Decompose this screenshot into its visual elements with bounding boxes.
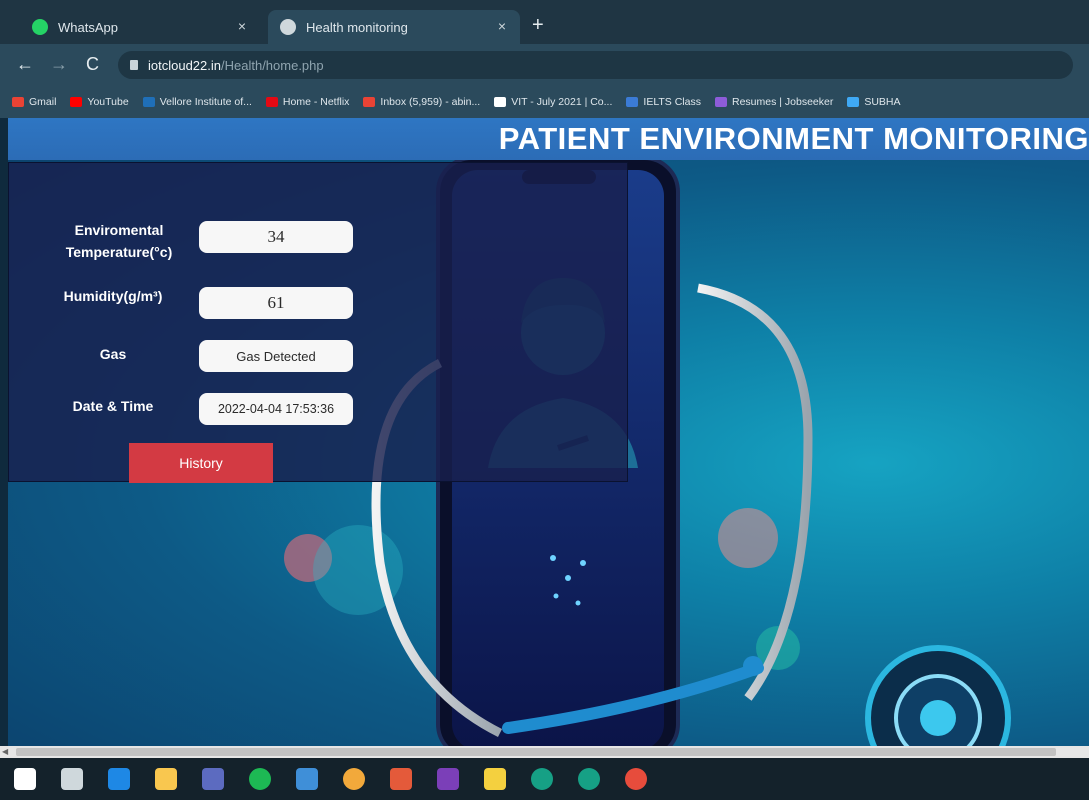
temperature-label: Enviromental Temperature(°c) xyxy=(65,222,173,260)
globe-icon xyxy=(280,19,296,35)
chrome-canary-icon[interactable] xyxy=(625,768,647,790)
close-tab-icon[interactable]: × xyxy=(498,18,506,34)
gas-label: Gas xyxy=(99,346,127,362)
bookmark-item[interactable]: Home - Netflix xyxy=(265,96,350,108)
bookmark-label: VIT - July 2021 | Co... xyxy=(511,96,613,108)
bookmark-label: Home - Netflix xyxy=(282,96,350,108)
bookmark-label: Gmail xyxy=(29,96,57,108)
windows-start-icon[interactable] xyxy=(14,768,36,790)
bookmark-label: Vellore Institute of... xyxy=(159,96,252,108)
bookmark-favicon-icon xyxy=(12,97,24,107)
page-header: PATIENT ENVIRONMENT MONITORING xyxy=(8,118,1089,160)
bookmark-favicon-icon xyxy=(70,97,83,107)
browser-toolbar: ← → C iotcloud22.in /Health/home.php xyxy=(0,44,1089,86)
horizontal-scrollbar[interactable]: ◀ xyxy=(0,746,1089,758)
back-button[interactable]: ← xyxy=(16,54,34,75)
chrome-icon[interactable] xyxy=(343,768,365,790)
web-page: PATIENT ENVIRONMENT MONITORING Enviromen… xyxy=(8,118,1089,746)
bookmark-item[interactable]: Resumes | Jobseeker xyxy=(714,96,834,108)
reload-button[interactable]: C xyxy=(86,54,99,75)
task-view-icon[interactable] xyxy=(61,768,83,790)
lock-icon xyxy=(130,60,138,70)
readings-panel: Enviromental Temperature(°c) 34 Humidity… xyxy=(8,162,628,483)
arduino-icon[interactable] xyxy=(531,768,553,790)
page-title: PATIENT ENVIRONMENT MONITORING xyxy=(498,121,1089,156)
scrollbar-thumb[interactable] xyxy=(16,748,1056,756)
bookmark-item[interactable]: IELTS Class xyxy=(626,96,701,108)
arduino-icon[interactable] xyxy=(578,768,600,790)
tab-title: WhatsApp xyxy=(58,19,118,35)
bookmark-favicon-icon xyxy=(714,97,727,107)
tab-title: Health monitoring xyxy=(306,19,408,35)
datetime-label: Date & Time xyxy=(72,398,154,414)
bookmark-item[interactable]: Inbox (5,959) - abin... xyxy=(363,96,480,108)
pdf-icon[interactable] xyxy=(390,768,412,790)
bookmark-favicon-icon xyxy=(142,97,155,107)
forward-button[interactable]: → xyxy=(50,54,68,75)
windows-taskbar xyxy=(0,758,1089,800)
bookmark-label: Resumes | Jobseeker xyxy=(731,96,834,108)
bookmarks-bar: Gmail YouTube Vellore Institute of... Home … xyxy=(0,86,1089,118)
bookmark-label: YouTube xyxy=(87,96,129,108)
humidity-label: Humidity(g/m³) xyxy=(63,288,163,304)
bookmark-label: SUBHA xyxy=(864,96,901,108)
bookmark-label: IELTS Class xyxy=(643,96,701,108)
url-path: /Health/home.php xyxy=(221,57,324,73)
whatsapp-icon xyxy=(32,19,48,35)
new-tab-button[interactable]: + xyxy=(532,14,544,37)
address-bar[interactable]: iotcloud22.in /Health/home.php xyxy=(118,51,1073,79)
notepad-icon[interactable] xyxy=(202,768,224,790)
tab-whatsapp[interactable]: WhatsApp × xyxy=(20,10,260,44)
history-button[interactable]: History xyxy=(129,443,273,483)
spotify-icon[interactable] xyxy=(249,768,271,790)
browser-tab-bar: WhatsApp × Health monitoring × + xyxy=(0,0,1089,44)
bookmark-item[interactable]: SUBHA xyxy=(847,96,901,108)
onenote-icon[interactable] xyxy=(437,768,459,790)
photos-icon[interactable] xyxy=(296,768,318,790)
bookmark-favicon-icon xyxy=(363,97,376,107)
url-domain: iotcloud22.in xyxy=(148,57,221,73)
close-tab-icon[interactable]: × xyxy=(238,18,246,34)
bookmark-item[interactable]: Vellore Institute of... xyxy=(142,96,252,108)
humidity-value: 61 xyxy=(199,287,353,319)
bookmark-favicon-icon xyxy=(847,97,860,107)
tab-health-monitoring[interactable]: Health monitoring × xyxy=(268,10,520,44)
bookmark-item[interactable]: VIT - July 2021 | Co... xyxy=(494,96,612,108)
bookmark-item[interactable]: Gmail xyxy=(12,96,56,108)
mail-icon[interactable] xyxy=(108,768,130,790)
bookmark-favicon-icon xyxy=(494,97,507,107)
screen: WhatsApp × Health monitoring × + ← → C i… xyxy=(0,0,1089,800)
sticky-notes-icon[interactable] xyxy=(484,768,506,790)
temperature-value: 34 xyxy=(199,221,353,253)
bookmark-item[interactable]: YouTube xyxy=(70,96,129,108)
bookmark-label: Inbox (5,959) - abin... xyxy=(380,96,481,108)
gas-value: Gas Detected xyxy=(199,340,353,372)
datetime-value: 2022-04-04 17:53:36 xyxy=(199,393,353,425)
bookmark-favicon-icon xyxy=(626,97,639,107)
bookmark-favicon-icon xyxy=(265,97,278,107)
file-explorer-icon[interactable] xyxy=(155,768,177,790)
scroll-left-arrow-icon[interactable]: ◀ xyxy=(2,747,8,756)
